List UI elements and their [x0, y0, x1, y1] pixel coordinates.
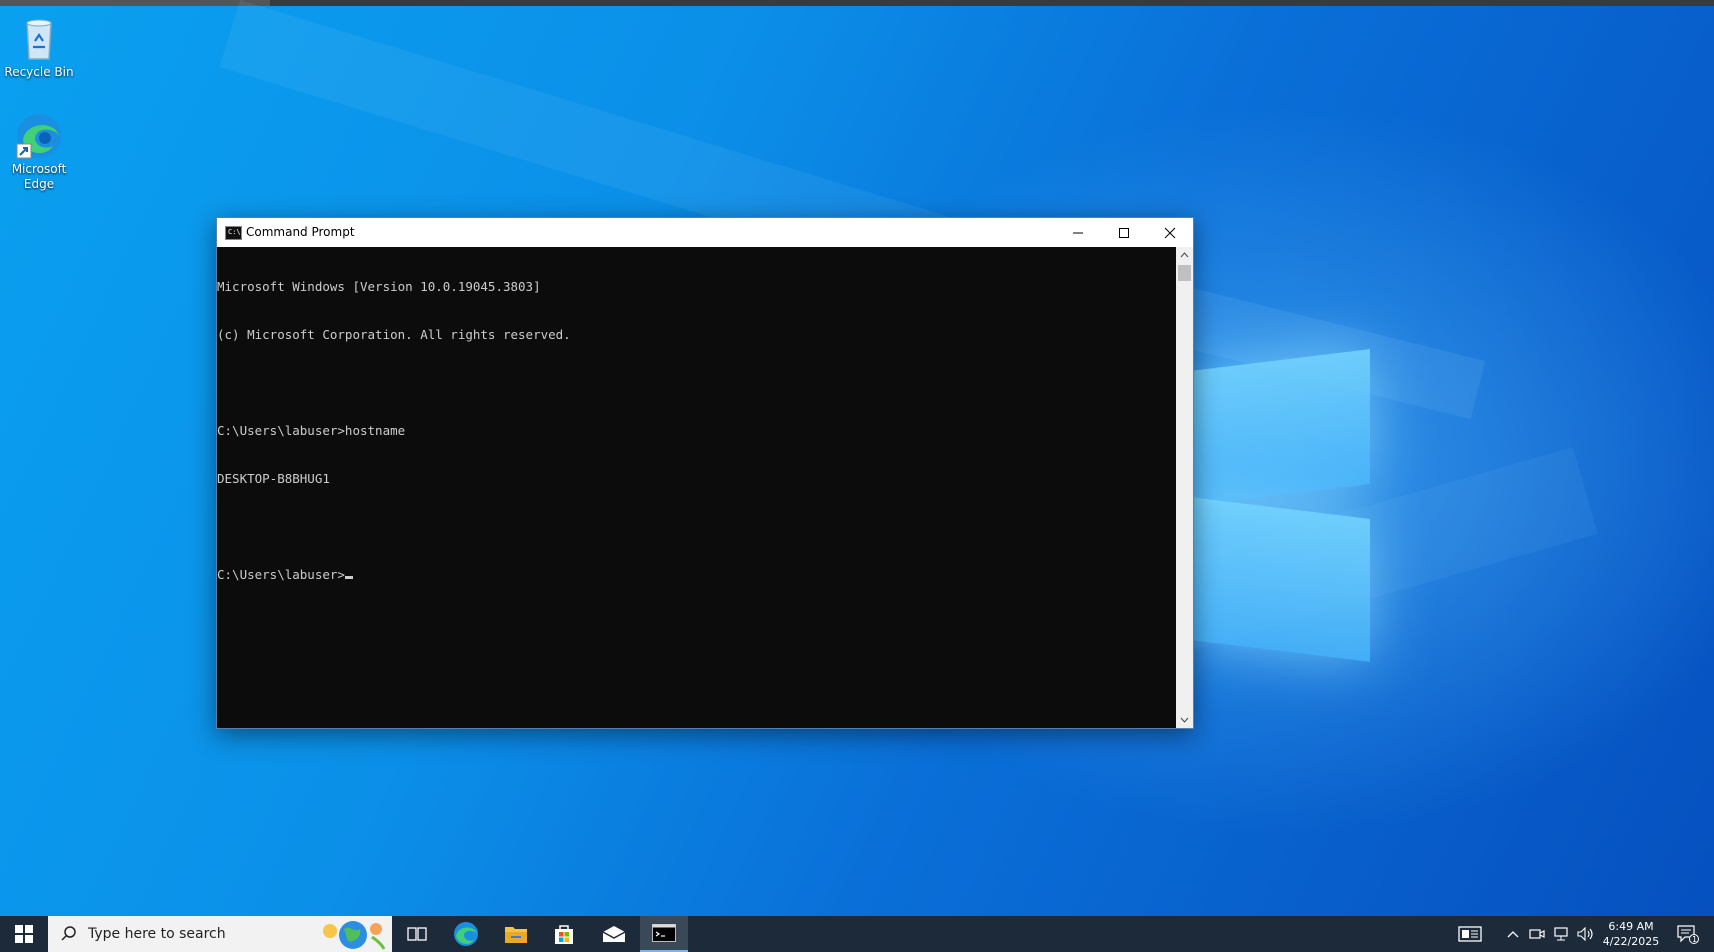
edge-icon — [454, 922, 478, 946]
recycle-bin-shortcut[interactable]: Recycle Bin — [0, 15, 78, 80]
minimize-button[interactable] — [1055, 218, 1101, 247]
search-placeholder: Type here to search — [88, 926, 226, 942]
chevron-up-icon — [1180, 252, 1189, 258]
minimize-icon — [1073, 232, 1083, 233]
vertical-scrollbar[interactable] — [1176, 247, 1193, 728]
news-icon — [1458, 926, 1482, 942]
taskbar-cmd-button[interactable] — [640, 916, 688, 952]
edge-icon — [15, 112, 63, 160]
close-button[interactable] — [1147, 218, 1193, 247]
text-cursor — [344, 576, 353, 579]
cmd-icon — [652, 924, 676, 942]
clock-button[interactable]: 6:49 AM 4/22/2025 — [1600, 916, 1662, 952]
console-line: (c) Microsoft Corporation. All rights re… — [217, 327, 571, 342]
chevron-up-icon — [1507, 931, 1519, 938]
network-button[interactable] — [1550, 916, 1572, 952]
speaker-icon — [1577, 927, 1593, 941]
scroll-down-button[interactable] — [1176, 712, 1193, 728]
clock-date: 4/22/2025 — [1602, 935, 1660, 948]
chevron-down-icon — [1180, 717, 1189, 723]
console-prompt-line[interactable]: C:\Users\labuser> — [217, 567, 1176, 583]
volume-button[interactable] — [1574, 916, 1598, 952]
search-icon — [61, 926, 76, 941]
meet-now-button[interactable] — [1526, 916, 1548, 952]
network-icon — [1554, 927, 1568, 941]
action-center-button[interactable]: 1 — [1668, 916, 1708, 952]
window-title: Command Prompt — [246, 225, 355, 239]
file-explorer-icon — [505, 927, 527, 943]
search-highlight-icon — [323, 921, 386, 950]
console-line: C:\Users\labuser>hostname — [217, 423, 406, 438]
camera-icon — [1529, 929, 1545, 939]
recycle-bin-label: Recycle Bin — [4, 65, 74, 79]
task-view-icon — [407, 927, 427, 941]
store-icon — [555, 925, 573, 944]
taskbar-file-explorer-button[interactable] — [492, 916, 540, 952]
windows-start-icon — [15, 925, 33, 943]
console-line: DESKTOP-B8BHUG1 — [217, 471, 330, 486]
console-output[interactable]: Microsoft Windows [Version 10.0.19045.38… — [217, 247, 1176, 728]
cmd-app-icon: C:\ — [225, 226, 242, 240]
desktop: Recycle Bin Microsoft Edge C:\ Command P… — [0, 0, 1714, 916]
notification-count: 1 — [1692, 935, 1698, 944]
clock-time: 6:49 AM — [1608, 920, 1654, 933]
mail-icon — [602, 926, 626, 942]
maximize-icon — [1119, 227, 1129, 238]
close-icon — [1164, 227, 1176, 238]
edge-shortcut[interactable]: Microsoft Edge — [0, 112, 78, 192]
edge-label: Microsoft Edge — [11, 162, 67, 191]
taskbar-mail-button[interactable] — [590, 916, 638, 952]
task-view-button[interactable] — [394, 916, 440, 952]
maximize-button[interactable] — [1101, 218, 1147, 247]
console-line: Microsoft Windows [Version 10.0.19045.38… — [217, 279, 541, 294]
console-prompt: C:\Users\labuser> — [217, 567, 345, 582]
start-button[interactable] — [0, 916, 48, 952]
news-widget-button[interactable] — [1452, 916, 1488, 952]
taskbar: Type here to search 6:49 AM 4/22/2025 1 — [0, 916, 1714, 952]
show-hidden-icons-button[interactable] — [1502, 916, 1524, 952]
command-prompt-window[interactable]: C:\ Command Prompt Microsoft Windows [Ve… — [216, 217, 1194, 729]
scrollbar-thumb[interactable] — [1178, 265, 1191, 281]
title-bar[interactable]: C:\ Command Prompt — [217, 218, 1193, 247]
taskbar-edge-button[interactable] — [442, 916, 490, 952]
windows-logo-wallpaper — [1190, 340, 1380, 670]
recycle-bin-icon — [15, 15, 63, 63]
scroll-up-button[interactable] — [1176, 247, 1193, 263]
search-box[interactable]: Type here to search — [48, 916, 392, 952]
taskbar-store-button[interactable] — [540, 916, 588, 952]
